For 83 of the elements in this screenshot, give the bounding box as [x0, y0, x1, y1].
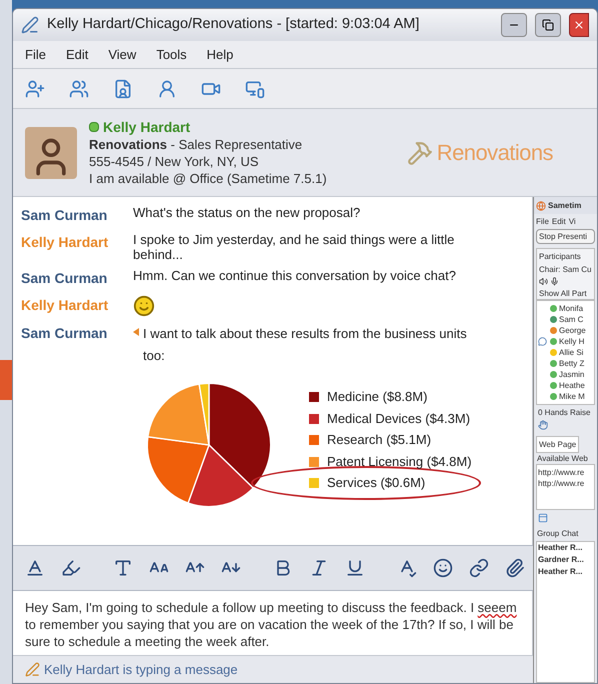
participant-name[interactable]: Kelly H — [559, 336, 584, 347]
stop-presenting-button[interactable]: Stop Presenti — [536, 229, 595, 244]
contact-company: Renovations - Sales Representative — [89, 136, 304, 152]
menu-item[interactable]: Help — [206, 44, 234, 64]
smiley-icon[interactable] — [433, 558, 453, 578]
avatar-placeholder — [25, 126, 77, 178]
legend-swatch — [309, 435, 319, 445]
close-button[interactable] — [569, 13, 589, 37]
restore-button[interactable] — [535, 13, 561, 37]
legend-swatch — [309, 392, 319, 402]
window-title: Sametim — [548, 200, 582, 211]
raised-hand-icon[interactable] — [538, 420, 548, 430]
highlighter-icon[interactable] — [61, 558, 81, 578]
app-pen-icon — [21, 16, 39, 34]
menu-item[interactable]: Edit — [66, 44, 88, 64]
legend-swatch — [309, 456, 319, 466]
close-icon — [573, 19, 585, 31]
url-item[interactable]: http://www.re — [538, 478, 593, 489]
sender-name: Sam Curman — [21, 206, 108, 225]
contact-name: Kelly Hardart — [103, 118, 190, 136]
contact-status: I am available @ Office (Sametime 7.5.1) — [89, 170, 328, 186]
section-title: Participants — [539, 251, 582, 262]
screen-share-icon[interactable] — [245, 78, 265, 98]
paperclip-icon[interactable] — [505, 558, 525, 578]
chair-label: Chair: Sam Cu — [539, 264, 592, 275]
pencil-icon — [25, 662, 40, 677]
message-input[interactable]: Hey Sam, I'm going to schedule a follow up meeting to discuss the feedback. I seeem to remember you saying that you are on vacation the week of the 17th? If so, I will be sure to schedule a meeting the week after. — [13, 591, 533, 655]
message-text: I want to talk about these results from the business units too: — [143, 325, 468, 365]
message-text: Hmm. Can we continue this conversation by voice chat? — [133, 268, 456, 283]
window-title: Kelly Hardart/Chicago/Renovations - [started: 9:03:04 AM] — [47, 15, 420, 34]
participant-name[interactable]: Betty Z — [559, 358, 584, 369]
menu-item[interactable]: File — [25, 44, 46, 64]
menu-item[interactable]: File — [536, 216, 549, 227]
group-icon[interactable] — [69, 78, 89, 98]
hammer-icon — [406, 140, 433, 166]
globe-icon — [536, 200, 546, 210]
message-text: What's the status on the new proposal? — [133, 205, 360, 220]
participant-name[interactable]: Sam C — [559, 314, 584, 325]
available-label: Available Web — [536, 453, 589, 464]
link-icon[interactable] — [469, 558, 489, 578]
filter-label: Show All Part — [539, 288, 588, 299]
participant-name[interactable]: Allie Si — [559, 347, 584, 358]
sender-name: Kelly Hardart — [21, 296, 110, 315]
legend-label: Medical Devices ($4.3M) — [327, 410, 470, 428]
legend-label: Services ($0.6M) — [327, 474, 426, 492]
user-icon[interactable] — [157, 78, 177, 98]
menu-item[interactable]: Tools — [156, 44, 187, 64]
text-color-icon[interactable] — [25, 558, 45, 578]
restore-icon — [542, 19, 554, 31]
font-icon[interactable] — [113, 558, 133, 578]
menu-item[interactable]: Edit — [552, 216, 566, 227]
microphone-icon[interactable] — [550, 277, 559, 286]
participant-name[interactable]: Jasmin — [559, 369, 584, 380]
web-page-tab[interactable]: Web Page — [536, 436, 580, 453]
contact-phone: 555-4545 / New York, NY, US — [89, 152, 260, 170]
chat-sender: Heather R... — [538, 566, 584, 577]
user-card-icon[interactable] — [113, 78, 133, 98]
legend-label: Research ($5.1M) — [327, 431, 432, 450]
chat-sender: Heather R... — [538, 542, 584, 553]
speaker-icon[interactable] — [539, 277, 548, 286]
typing-status: Kelly Hardart is typing a message — [44, 660, 238, 679]
participant-name[interactable]: Monifa — [559, 303, 584, 314]
menu-item[interactable]: View — [108, 44, 136, 64]
underline-icon[interactable] — [345, 558, 365, 578]
browser-icon[interactable] — [538, 513, 548, 523]
sender-name: Sam Curman — [21, 324, 108, 343]
add-user-icon[interactable] — [25, 78, 45, 98]
message-text: I spoke to Jim yesterday, and he said things were a little behind... — [133, 232, 456, 262]
chat-sender: Gardner R... — [538, 554, 585, 565]
menu-item[interactable]: Vi — [568, 216, 576, 227]
participant-name[interactable]: Mike M — [559, 391, 585, 402]
section-title: Group Chat — [536, 528, 580, 540]
legend-label: Patent Licensing ($4.8M) — [327, 452, 472, 471]
legend-swatch — [309, 478, 319, 488]
participant-name[interactable]: Heathe — [559, 380, 585, 391]
legend-label: Medicine ($8.8M) — [327, 388, 428, 406]
sender-name: Kelly Hardart — [21, 233, 110, 252]
sender-name: Sam Curman — [21, 269, 108, 288]
company-logo: Renovations — [436, 139, 553, 167]
participant-name[interactable]: George — [559, 325, 586, 336]
legend-swatch — [309, 414, 319, 424]
hands-raised-count: 0 Hands Raise — [538, 407, 592, 418]
url-item[interactable]: http://www.re — [538, 467, 593, 478]
